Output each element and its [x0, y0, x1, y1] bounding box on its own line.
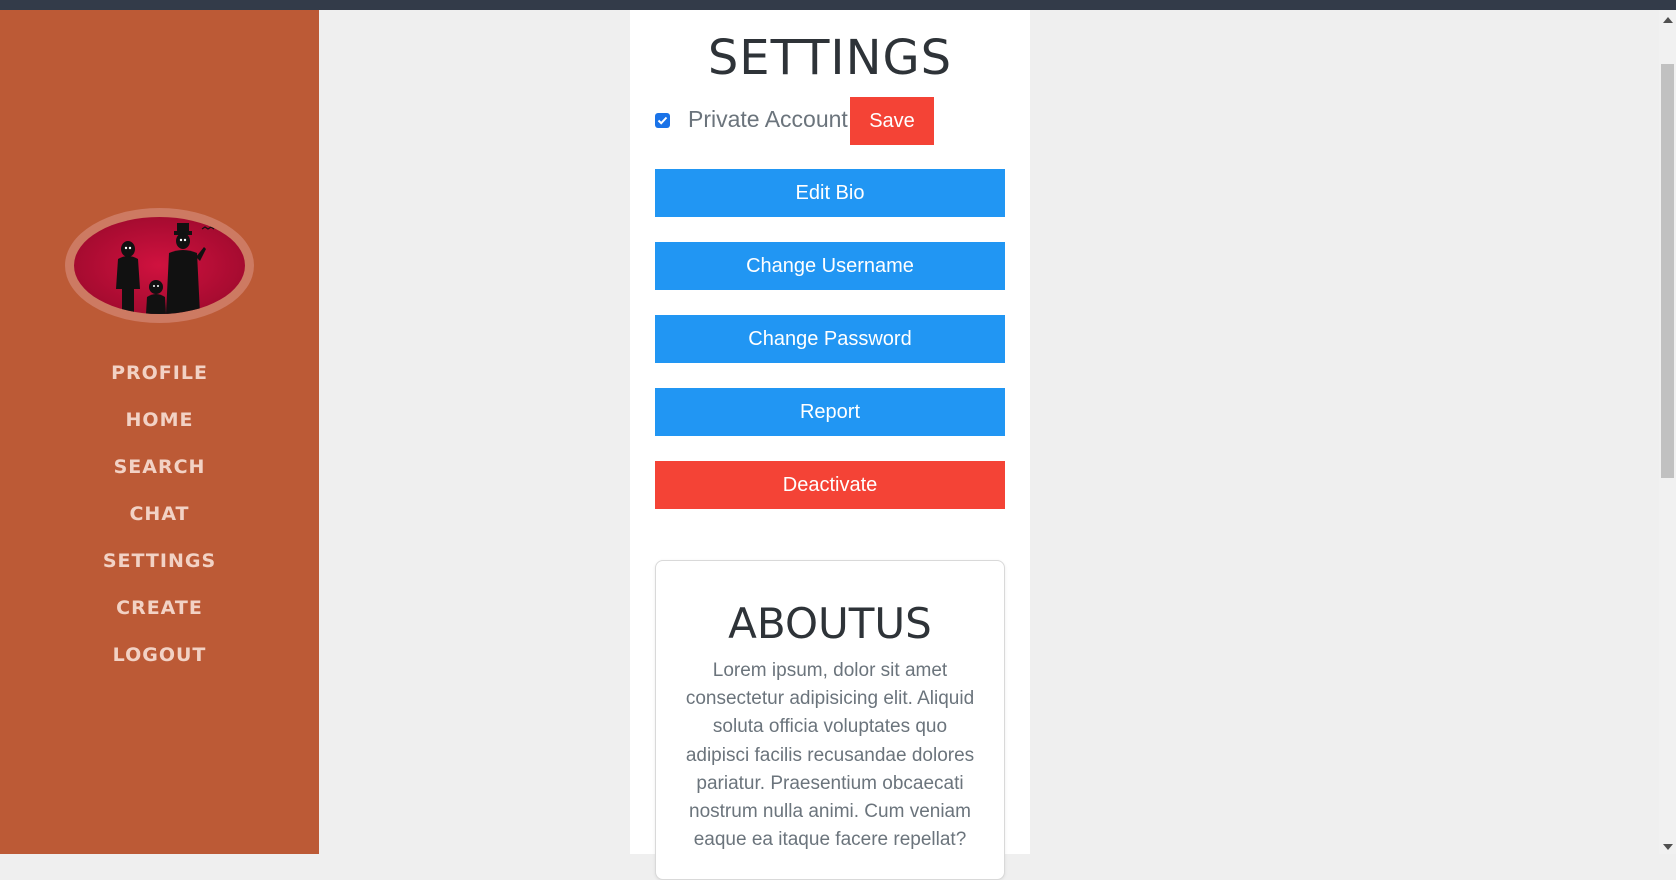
scroll-down-arrow-icon[interactable] [1663, 844, 1673, 850]
checkmark-icon [657, 116, 668, 125]
deactivate-button[interactable]: Deactivate [655, 461, 1005, 509]
sidebar-item-chat[interactable]: CHAT [0, 501, 319, 548]
sidebar-nav: PROFILE HOME SEARCH CHAT SETTINGS CREATE… [0, 360, 319, 689]
settings-panel: SETTINGS Private Account Save Edit Bio C… [630, 10, 1030, 880]
change-username-button[interactable]: Change Username [655, 242, 1005, 290]
scroll-up-arrow-icon[interactable] [1663, 17, 1673, 23]
sidebar-item-search[interactable]: SEARCH [0, 454, 319, 501]
page-scrollbar[interactable] [1659, 10, 1676, 854]
private-account-checkbox[interactable] [655, 112, 670, 128]
sidebar: PROFILE HOME SEARCH CHAT SETTINGS CREATE… [0, 10, 319, 854]
app-logo[interactable] [65, 208, 254, 323]
about-us-card: ABOUTUS Lorem ipsum, dolor sit amet cons… [655, 560, 1005, 880]
sidebar-item-create[interactable]: CREATE [0, 595, 319, 642]
sidebar-item-home[interactable]: HOME [0, 407, 319, 454]
about-us-text: Lorem ipsum, dolor sit amet consectetur … [685, 660, 975, 851]
save-button[interactable]: Save [850, 97, 934, 145]
sidebar-item-profile[interactable]: PROFILE [0, 360, 319, 407]
private-account-label: Private Account [688, 105, 848, 132]
report-button[interactable]: Report [655, 388, 1005, 436]
scrollbar-thumb[interactable] [1661, 64, 1674, 478]
family-silhouette-logo-icon [74, 217, 245, 314]
edit-bio-button[interactable]: Edit Bio [655, 169, 1005, 217]
page-title: SETTINGS [707, 30, 953, 86]
private-account-row: Private Account [655, 97, 848, 145]
about-us-title: ABOUTUS [728, 599, 932, 648]
sidebar-item-settings[interactable]: SETTINGS [0, 548, 319, 595]
change-password-button[interactable]: Change Password [655, 315, 1005, 363]
sidebar-item-logout[interactable]: LOGOUT [0, 642, 319, 689]
browser-top-bar [0, 0, 1676, 10]
